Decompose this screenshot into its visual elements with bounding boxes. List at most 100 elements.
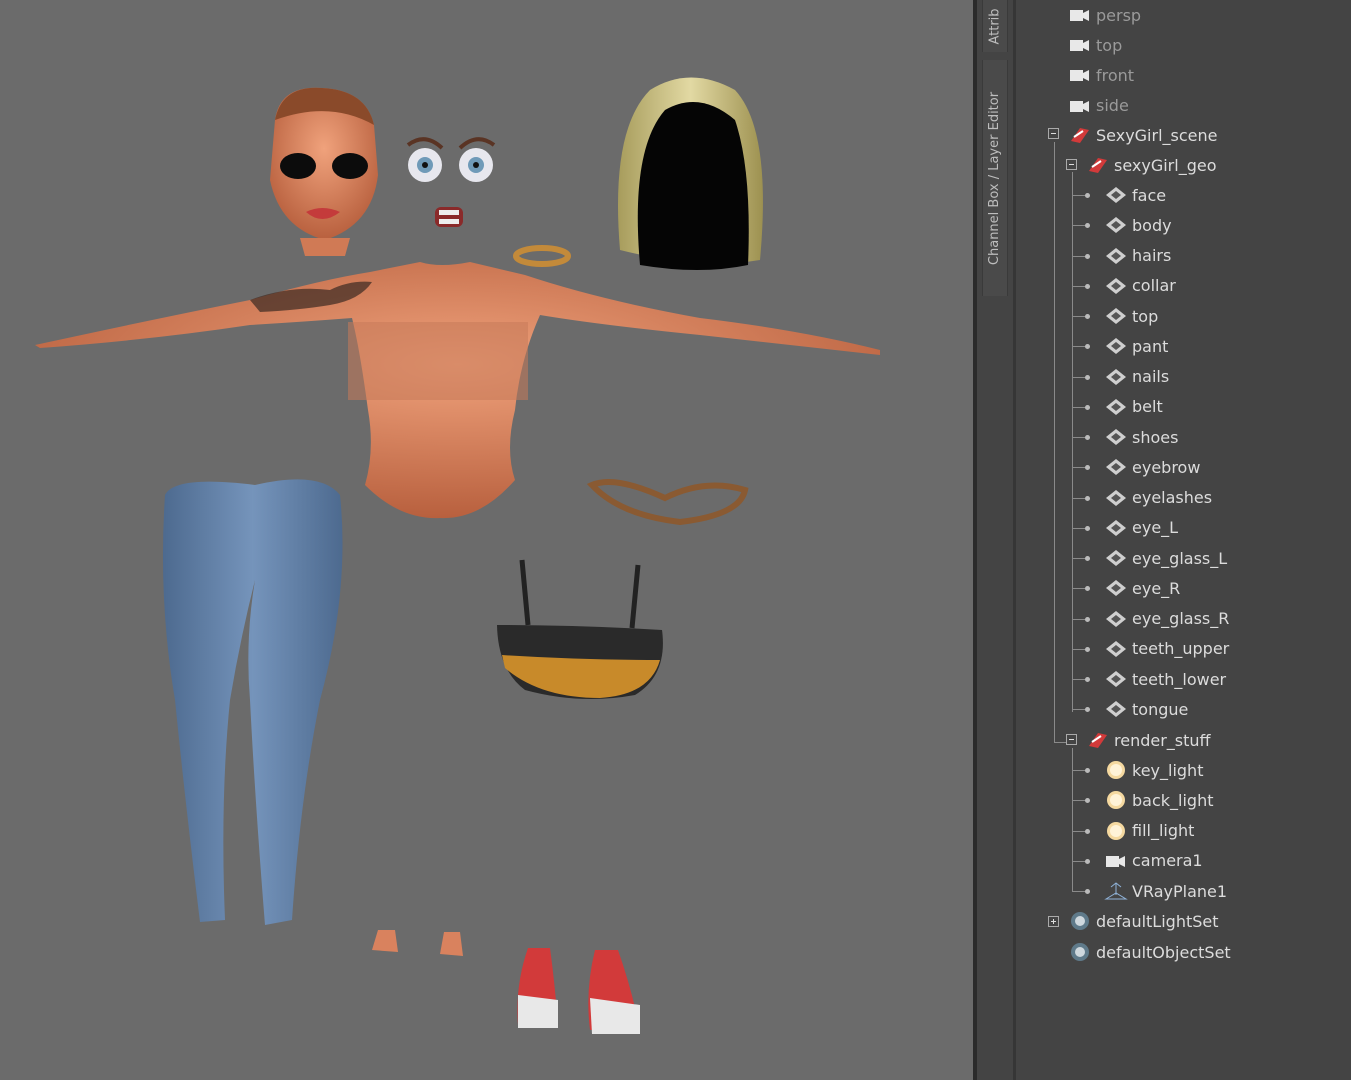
tree-node-dot (1085, 828, 1090, 834)
outliner-item-teeth_lower[interactable]: teeth_lower (1104, 664, 1226, 694)
outliner-item-eye_glass_R[interactable]: eye_glass_R (1104, 604, 1229, 634)
outliner-item-belt[interactable]: belt (1104, 392, 1163, 422)
expand-toggle-scene[interactable] (1048, 128, 1059, 139)
tab-attribute-editor[interactable]: Attrib (982, 0, 1008, 52)
outliner-item-face[interactable]: face (1104, 180, 1166, 210)
3d-viewport[interactable] (0, 0, 973, 1080)
outliner-item-scene[interactable]: SexyGirl_scene (1068, 120, 1217, 150)
outliner-item-label: collar (1132, 276, 1176, 296)
expand-toggle-geo[interactable] (1066, 159, 1077, 170)
outliner-item-render-group[interactable]: render_stuff (1086, 725, 1211, 755)
mesh-icon (1104, 669, 1128, 689)
outliner-item-shoes[interactable]: shoes (1104, 422, 1178, 452)
foot-left-model[interactable] (372, 930, 398, 952)
expand-toggle-light-set[interactable] (1048, 916, 1059, 927)
outliner-item-geo-group[interactable]: sexyGirl_geo (1086, 150, 1217, 180)
mesh-icon (1104, 699, 1128, 719)
outliner-item-persp[interactable]: persp (1068, 0, 1141, 30)
outliner-item-label: body (1132, 215, 1172, 235)
outliner-item-label: eyebrow (1132, 457, 1201, 477)
head-model[interactable] (270, 87, 378, 256)
outliner-item-top[interactable]: top (1068, 30, 1122, 60)
body-model[interactable] (35, 262, 880, 519)
outliner-item-label: VRayPlane1 (1132, 881, 1228, 901)
tab-channel-box-layer-editor[interactable]: Channel Box / Layer Editor (982, 60, 1008, 296)
tree-node-dot (1085, 556, 1090, 561)
outliner-item-pant[interactable]: pant (1104, 331, 1168, 361)
light-icon (1104, 760, 1128, 780)
mesh-icon (1104, 397, 1128, 417)
tree-line-geo (1072, 172, 1073, 712)
outliner-item-top[interactable]: top (1104, 301, 1158, 331)
shoes-model[interactable] (517, 948, 640, 1034)
outliner-item-label: eyelashes (1132, 488, 1213, 507)
foot-right-model[interactable] (440, 932, 463, 956)
outliner-panel[interactable]: persp top front side SexyGirl_scene sexyGirl_… (1016, 0, 1351, 1080)
outliner-item-body[interactable]: body (1104, 210, 1172, 240)
set-icon (1068, 942, 1092, 962)
top-model[interactable] (497, 559, 663, 699)
outliner-item-key_light[interactable]: key_light (1104, 755, 1203, 785)
outliner-item-label: front (1096, 65, 1135, 85)
outliner-item-label: SexyGirl_scene (1096, 125, 1218, 145)
mesh-icon (1104, 306, 1128, 326)
tree-node-dot (1085, 253, 1090, 259)
outliner-item-camera1[interactable]: camera1 (1104, 846, 1203, 876)
outliner-item-label: persp (1096, 5, 1142, 25)
outliner-item-collar[interactable]: collar (1104, 271, 1176, 301)
outliner-item-default-light-set[interactable]: defaultLightSet (1068, 906, 1219, 936)
mesh-icon (1104, 246, 1128, 266)
tree-node-dot (1085, 677, 1090, 682)
outliner-item-label: top (1132, 306, 1159, 326)
outliner-item-label: teeth_lower (1132, 669, 1227, 689)
mesh-icon (1104, 578, 1128, 598)
outliner-item-label: key_light (1132, 760, 1204, 780)
teeth-model[interactable] (435, 207, 463, 227)
camera-icon (1104, 851, 1128, 871)
outliner-item-label: eye_glass_R (1132, 609, 1230, 628)
collar-model[interactable] (513, 245, 571, 267)
camera-icon (1068, 35, 1092, 55)
mesh-icon (1104, 367, 1128, 387)
eyes-model[interactable] (406, 137, 496, 182)
outliner-item-label: tongue (1132, 699, 1189, 719)
hair-model[interactable] (618, 77, 763, 271)
tree-node-dot (1085, 586, 1090, 592)
outliner-item-hairs[interactable]: hairs (1104, 241, 1171, 271)
expand-toggle-render[interactable] (1066, 734, 1077, 745)
outliner-item-label: defaultLightSet (1096, 911, 1219, 931)
outliner-item-side[interactable]: side (1068, 91, 1129, 121)
tree-node-dot (1085, 616, 1090, 622)
outliner-item-fill_light[interactable]: fill_light (1104, 816, 1194, 846)
pants-model[interactable] (162, 479, 343, 925)
mesh-icon (1104, 488, 1128, 508)
outliner-item-eyelashes[interactable]: eyelashes (1104, 483, 1212, 513)
tree-node-dot (1085, 404, 1090, 410)
outliner-item-teeth_upper[interactable]: teeth_upper (1104, 634, 1229, 664)
tree-node-dot (1085, 193, 1090, 198)
mesh-icon (1104, 639, 1128, 659)
outliner-item-VRayPlane1[interactable]: VRayPlane1 (1104, 876, 1227, 906)
outliner-item-nails[interactable]: nails (1104, 362, 1169, 392)
tree-node-dot (1085, 646, 1090, 652)
group-icon (1086, 155, 1110, 175)
outliner-item-eye_glass_L[interactable]: eye_glass_L (1104, 543, 1227, 573)
outliner-item-label: face (1132, 185, 1167, 205)
belt-model[interactable] (586, 479, 749, 526)
outliner-item-label: eye_R (1132, 578, 1181, 598)
outliner-item-eye_R[interactable]: eye_R (1104, 573, 1180, 603)
outliner-item-eyebrow[interactable]: eyebrow (1104, 452, 1200, 482)
outliner-item-default-object-set[interactable]: defaultObjectSet (1068, 937, 1231, 967)
outliner-item-label: teeth_upper (1132, 639, 1230, 659)
outliner-item-tongue[interactable]: tongue (1104, 694, 1188, 724)
outliner-item-label: pant (1132, 336, 1169, 356)
outliner-item-front[interactable]: front (1068, 60, 1134, 90)
tree-node-dot (1085, 374, 1090, 380)
tree-node-dot (1085, 707, 1090, 713)
tree-node-dot (1085, 525, 1090, 531)
outliner-item-label: back_light (1132, 790, 1214, 810)
outliner-item-label: top (1096, 35, 1123, 55)
outliner-item-back_light[interactable]: back_light (1104, 785, 1213, 815)
outliner-item-eye_L[interactable]: eye_L (1104, 513, 1178, 543)
outliner-item-label: render_stuff (1114, 730, 1211, 750)
